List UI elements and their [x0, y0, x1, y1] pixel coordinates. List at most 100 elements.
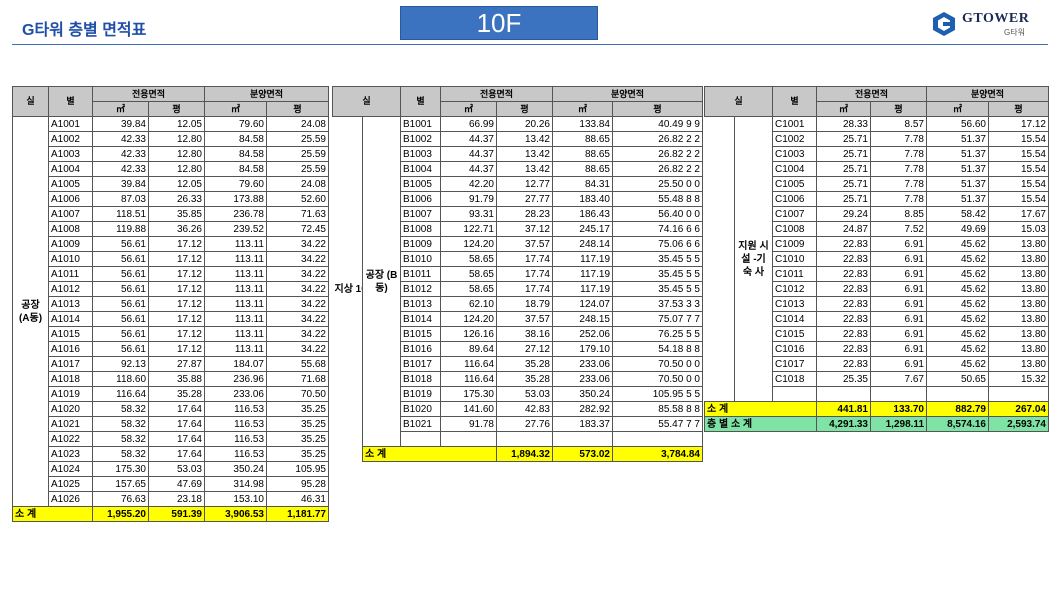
spacer-cell: [705, 117, 735, 402]
sale-m2-cell: 49.69: [926, 221, 989, 237]
header-m2: ㎡: [926, 101, 989, 117]
exclusive-m2-cell: 22.83: [816, 251, 871, 267]
header-m2: ㎡: [204, 101, 267, 117]
floor-group-label: 지상 10층: [334, 283, 363, 295]
subtotal-row-sale-m2: 882.79: [926, 401, 989, 417]
building-group-label: 공장 (B동): [362, 116, 401, 447]
exclusive-m2-cell: 22.83: [816, 356, 871, 372]
exclusive-m2-cell: 44.37: [440, 131, 497, 147]
unit-cell: A1016: [48, 341, 93, 357]
sale-pyeong-cell: 75.06 6 6: [612, 236, 703, 252]
sale-m2-cell: 133.84: [552, 116, 613, 132]
floor-total-row-exclusive-m2: 4,291.33: [816, 416, 871, 432]
table-row: A1020 58.32 17.64 116.53 35.25: [13, 401, 329, 417]
gtower-logo-icon: [933, 12, 955, 36]
exclusive-pyeong-cell: 17.12: [148, 341, 205, 357]
building-group-label: 공장 (A동): [12, 116, 49, 507]
exclusive-pyeong-cell: 17.74: [496, 266, 553, 282]
exclusive-pyeong-cell: 37.12: [496, 221, 553, 237]
table-row: A1016 56.61 17.12 113.11 34.22: [13, 341, 329, 357]
header-room: 실: [332, 86, 401, 117]
table-row: A1008 119.88 36.26 239.52 72.45: [13, 221, 329, 237]
unit-cell: B1002: [400, 131, 441, 147]
blank-cell: [496, 431, 553, 447]
exclusive-pyeong-cell: 13.42: [496, 131, 553, 147]
exclusive-m2-cell: 92.13: [92, 356, 149, 372]
unit-cell: A1005: [48, 176, 93, 192]
blank-cell: [612, 431, 703, 447]
unit-cell: B1015: [400, 326, 441, 342]
exclusive-m2-cell: 22.83: [816, 281, 871, 297]
table-row: A1012 56.61 17.12 113.11 34.22: [13, 281, 329, 297]
sale-m2-cell: 45.62: [926, 311, 989, 327]
unit-cell: B1010: [400, 251, 441, 267]
header-m2: ㎡: [92, 101, 149, 117]
exclusive-pyeong-cell: 35.28: [148, 386, 205, 402]
sale-pyeong-cell: 55.47 7 7: [612, 416, 703, 432]
sale-pyeong-cell: 76.25 5 5: [612, 326, 703, 342]
unit-cell: B1006: [400, 191, 441, 207]
unit-cell: C1014: [772, 311, 817, 327]
unit-cell: C1006: [772, 191, 817, 207]
logo-text: GTOWER: [962, 11, 1030, 26]
sale-pyeong-cell: 26.82 2 2: [612, 146, 703, 162]
unit-cell: C1010: [772, 251, 817, 267]
exclusive-pyeong-cell: 26.33: [148, 191, 205, 207]
unit-cell: C1004: [772, 161, 817, 177]
sale-m2-cell: 113.11: [204, 281, 267, 297]
subtotal-row-exclusive-pyeong: 133.70: [870, 401, 927, 417]
sale-pyeong-cell: 35.25: [266, 401, 329, 417]
sale-m2-cell: 233.06: [204, 386, 267, 402]
exclusive-m2-cell: 175.30: [92, 461, 149, 477]
subtotal-row: 소 계1,894.32573.023,784.841,144.93 3 3: [333, 446, 703, 462]
unit-cell: A1017: [48, 356, 93, 372]
sale-m2-cell: 173.88: [204, 191, 267, 207]
unit-cell: C1016: [772, 341, 817, 357]
sale-m2-cell: 51.37: [926, 176, 989, 192]
gtower-logo: GTOWER G타워: [930, 10, 1042, 38]
sale-m2-cell: 233.06: [552, 371, 613, 387]
exclusive-pyeong-cell: 12.80: [148, 161, 205, 177]
exclusive-m2-cell: 22.83: [816, 296, 871, 312]
sale-pyeong-cell: 15.54: [988, 191, 1049, 207]
unit-cell: C1011: [772, 266, 817, 282]
sale-m2-cell: 88.65: [552, 146, 613, 162]
sale-pyeong-cell: 13.80: [988, 296, 1049, 312]
sale-pyeong-cell: 25.59: [266, 161, 329, 177]
subtotal-row-sale-pyeong: 267.04: [988, 401, 1049, 417]
exclusive-m2-cell: 66.99: [440, 116, 497, 132]
exclusive-m2-cell: 93.31: [440, 206, 497, 222]
exclusive-pyeong-cell: 17.64: [148, 446, 205, 462]
exclusive-pyeong-cell: 38.16: [496, 326, 553, 342]
exclusive-m2-cell: 56.61: [92, 311, 149, 327]
table-row: A1017 92.13 27.87 184.07 55.68: [13, 356, 329, 372]
sale-m2-cell: 117.19: [552, 251, 613, 267]
exclusive-m2-cell: 175.30: [440, 386, 497, 402]
unit-cell: A1015: [48, 326, 93, 342]
exclusive-m2-cell: 42.20: [440, 176, 497, 192]
sale-m2-cell: 51.37: [926, 146, 989, 162]
unit-cell: A1006: [48, 191, 93, 207]
unit-cell: B1016: [400, 341, 441, 357]
sale-pyeong-cell: 24.08: [266, 116, 329, 132]
exclusive-pyeong-cell: 35.88: [148, 371, 205, 387]
sale-m2-cell: 45.62: [926, 266, 989, 282]
subtotal-row-exclusive-pyeong: 573.02: [552, 446, 613, 462]
exclusive-m2-cell: 58.32: [92, 431, 149, 447]
sale-m2-cell: 84.58: [204, 131, 267, 147]
subtotal-row: 소 계 1,955.20 591.39 3,906.53 1,181.77: [12, 506, 329, 522]
sale-m2-cell: 233.06: [552, 356, 613, 372]
exclusive-pyeong-cell: 7.78: [870, 161, 927, 177]
exclusive-m2-cell: 119.88: [92, 221, 149, 237]
exclusive-pyeong-cell: 27.76: [496, 416, 553, 432]
header-divider: [12, 44, 1048, 45]
exclusive-m2-cell: 56.61: [92, 281, 149, 297]
sale-pyeong-cell: 13.80: [988, 326, 1049, 342]
unit-cell: C1008: [772, 221, 817, 237]
exclusive-pyeong-cell: 17.64: [148, 431, 205, 447]
exclusive-m2-cell: 44.37: [440, 161, 497, 177]
sale-pyeong-cell: 35.25: [266, 446, 329, 462]
exclusive-pyeong-cell: 47.69: [148, 476, 205, 492]
sale-m2-cell: 314.98: [204, 476, 267, 492]
table-row: A1021 58.32 17.64 116.53 35.25: [13, 416, 329, 432]
